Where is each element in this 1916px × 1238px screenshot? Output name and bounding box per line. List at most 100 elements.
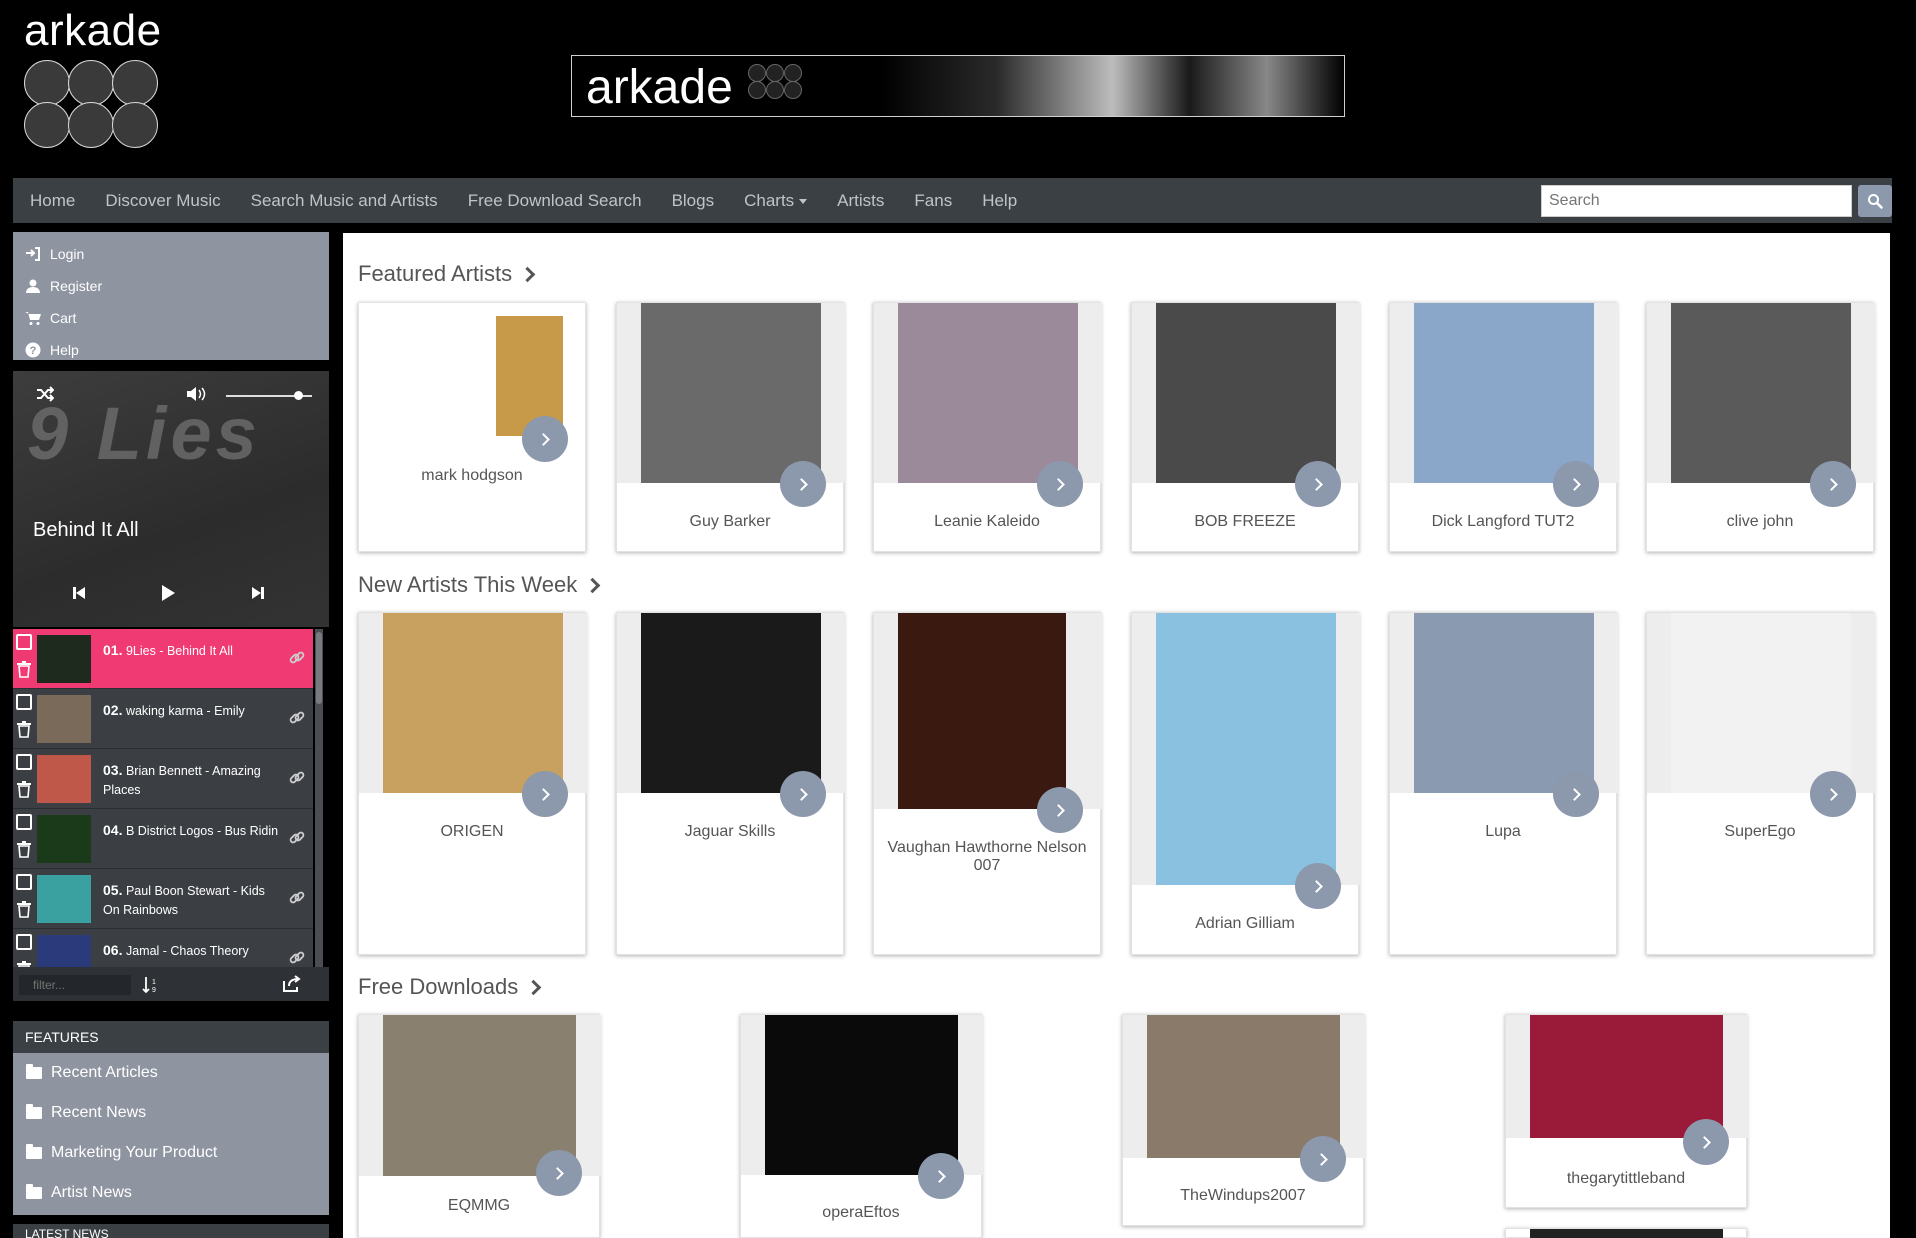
shuffle-icon[interactable]: [36, 386, 54, 402]
download-name[interactable]: thegarytittleband: [1506, 1170, 1746, 1188]
chevron-right-icon[interactable]: [918, 1153, 964, 1199]
playlist-item[interactable]: 01. 9Lies - Behind It All: [13, 629, 313, 689]
nav-discover-music[interactable]: Discover Music: [90, 191, 235, 211]
free-downloads-heading[interactable]: Free Downloads: [358, 974, 542, 1000]
nav-home[interactable]: Home: [15, 191, 90, 211]
playlist-item[interactable]: 05. Paul Boon Stewart - Kids On Rainbows: [13, 869, 313, 929]
artist-card[interactable]: ORIGEN: [358, 612, 587, 955]
artist-name[interactable]: Adrian Gilliam: [1132, 915, 1358, 933]
artist-name[interactable]: mark hodgson: [359, 467, 585, 485]
register-link[interactable]: Register: [25, 270, 329, 302]
nav-free-download-search[interactable]: Free Download Search: [453, 191, 657, 211]
artist-card[interactable]: Leanie Kaleido: [873, 302, 1102, 552]
artist-name[interactable]: Guy Barker: [617, 513, 843, 531]
features-item-recent-news[interactable]: Recent News: [13, 1093, 329, 1133]
artist-card[interactable]: Lupa: [1389, 612, 1618, 955]
link-icon[interactable]: [288, 829, 306, 847]
chevron-right-icon[interactable]: [1810, 461, 1856, 507]
chevron-right-icon[interactable]: [1295, 863, 1341, 909]
trash-icon[interactable]: [16, 780, 32, 798]
artist-card[interactable]: mark hodgson: [358, 302, 586, 552]
features-item-artist-news[interactable]: Artist News: [13, 1173, 329, 1213]
artist-name[interactable]: clive john: [1647, 513, 1873, 531]
volume-icon[interactable]: [186, 386, 206, 402]
artist-card[interactable]: Jaguar Skills: [616, 612, 845, 955]
nav-charts-dropdown[interactable]: Charts: [729, 191, 822, 211]
artist-name[interactable]: Lupa: [1390, 823, 1616, 841]
trash-icon[interactable]: [16, 900, 32, 918]
login-link[interactable]: Login: [25, 238, 329, 270]
artist-name[interactable]: Leanie Kaleido: [874, 513, 1100, 531]
playlist-item-checkbox[interactable]: [16, 634, 32, 650]
trash-icon[interactable]: [16, 720, 32, 738]
search-input[interactable]: [1541, 185, 1852, 217]
playlist-item-checkbox[interactable]: [16, 934, 32, 950]
playlist-item[interactable]: 02. waking karma - Emily: [13, 689, 313, 749]
featured-artists-heading[interactable]: Featured Artists: [358, 261, 536, 287]
artist-name[interactable]: BOB FREEZE: [1132, 513, 1358, 531]
features-item-marketing[interactable]: Marketing Your Product: [13, 1133, 329, 1173]
artist-card[interactable]: Vaughan Hawthorne Nelson 007: [873, 612, 1102, 955]
chevron-right-icon[interactable]: [780, 461, 826, 507]
playlist-item-checkbox[interactable]: [16, 754, 32, 770]
playlist-item-checkbox[interactable]: [16, 694, 32, 710]
chevron-right-icon[interactable]: [536, 1150, 582, 1196]
search-button[interactable]: [1858, 185, 1892, 217]
artist-name[interactable]: Dick Langford TUT2: [1390, 513, 1616, 531]
artist-name[interactable]: ORIGEN: [359, 823, 585, 841]
artist-card[interactable]: Adrian Gilliam: [1131, 612, 1360, 955]
chevron-right-icon[interactable]: [522, 416, 568, 462]
share-icon[interactable]: [282, 975, 302, 993]
chevron-right-icon[interactable]: [1553, 771, 1599, 817]
artist-name[interactable]: SuperEgo: [1647, 823, 1873, 841]
link-icon[interactable]: [288, 889, 306, 907]
cart-link[interactable]: Cart: [25, 302, 329, 334]
volume-slider-knob[interactable]: [294, 391, 303, 400]
download-card[interactable]: operaEftos: [740, 1014, 983, 1238]
chevron-right-icon[interactable]: [1300, 1136, 1346, 1182]
link-icon[interactable]: [288, 949, 306, 967]
chevron-right-icon[interactable]: [1037, 461, 1083, 507]
nav-help[interactable]: Help: [967, 191, 1032, 211]
trash-icon[interactable]: [16, 660, 32, 678]
download-card[interactable]: EQMMG: [358, 1014, 601, 1238]
playlist-item[interactable]: 03. Brian Bennett - Amazing Places: [13, 749, 313, 809]
artist-card[interactable]: BOB FREEZE: [1131, 302, 1360, 552]
download-card[interactable]: TheWindups2007: [1122, 1014, 1365, 1226]
link-icon[interactable]: [288, 649, 306, 667]
nav-search-music-artists[interactable]: Search Music and Artists: [236, 191, 453, 211]
artist-name[interactable]: Vaughan Hawthorne Nelson 007: [874, 839, 1100, 875]
header-banner[interactable]: arkade: [571, 55, 1345, 117]
sort-icon[interactable]: 19: [142, 976, 160, 994]
nav-blogs[interactable]: Blogs: [657, 191, 730, 211]
download-card[interactable]: thegarytittleband: [1505, 1014, 1748, 1208]
help-link[interactable]: ? Help: [25, 334, 329, 366]
new-artists-heading[interactable]: New Artists This Week: [358, 572, 601, 598]
previous-track-icon[interactable]: [72, 585, 86, 601]
features-item-recent-articles[interactable]: Recent Articles: [13, 1053, 329, 1093]
link-icon[interactable]: [288, 709, 306, 727]
download-name[interactable]: EQMMG: [359, 1197, 599, 1215]
artist-card[interactable]: SuperEgo: [1646, 612, 1875, 955]
nav-artists[interactable]: Artists: [822, 191, 899, 211]
chevron-right-icon[interactable]: [1037, 787, 1083, 833]
chevron-right-icon[interactable]: [522, 771, 568, 817]
artist-card[interactable]: clive john: [1646, 302, 1875, 552]
download-name[interactable]: TheWindups2007: [1123, 1187, 1363, 1205]
artist-card[interactable]: Dick Langford TUT2: [1389, 302, 1618, 552]
playlist-item-checkbox[interactable]: [16, 874, 32, 890]
chevron-right-icon[interactable]: [1553, 461, 1599, 507]
artist-name[interactable]: Jaguar Skills: [617, 823, 843, 841]
trash-icon[interactable]: [16, 960, 32, 967]
download-card[interactable]: [1505, 1228, 1747, 1238]
playlist-item[interactable]: 06. Jamal - Chaos Theory: [13, 929, 313, 967]
trash-icon[interactable]: [16, 840, 32, 858]
playlist-item[interactable]: 04. B District Logos - Bus Ridin: [13, 809, 313, 869]
chevron-right-icon[interactable]: [1810, 771, 1856, 817]
chevron-right-icon[interactable]: [1683, 1119, 1729, 1165]
chevron-right-icon[interactable]: [1295, 461, 1341, 507]
artist-card[interactable]: Guy Barker: [616, 302, 845, 552]
next-track-icon[interactable]: [251, 585, 265, 601]
download-name[interactable]: operaEftos: [741, 1204, 981, 1222]
playlist-filter-input[interactable]: [19, 975, 131, 995]
